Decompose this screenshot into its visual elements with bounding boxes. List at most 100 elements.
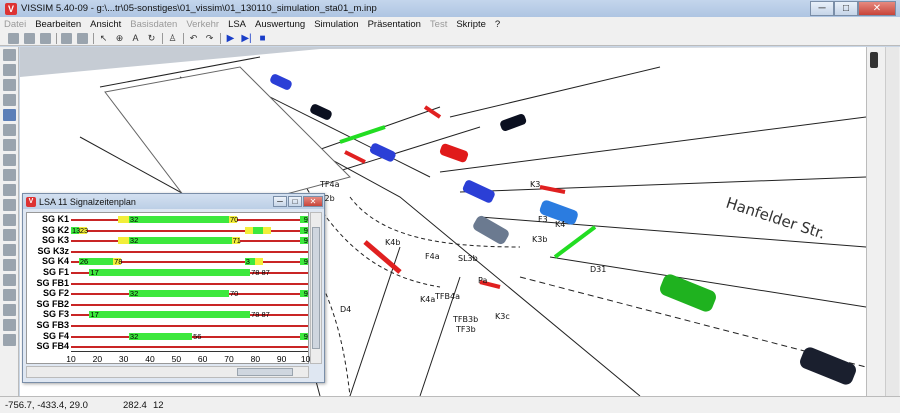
signal-time-label: 78 87 [251, 268, 270, 277]
signal-group-label: SG F2 [42, 288, 69, 299]
stop-signs-icon[interactable] [3, 214, 16, 226]
map-label: K4a [420, 295, 435, 304]
public-transport-icon[interactable] [3, 259, 16, 271]
status-value-1: 282.4 [123, 399, 147, 411]
signal-time-label: 70 [230, 215, 239, 224]
pan-icon[interactable] [3, 79, 16, 91]
signal-yellow-phase [244, 226, 253, 234]
map-label: K4b [385, 238, 400, 247]
menu-verkehr[interactable]: Verkehr [186, 19, 219, 30]
vehicle-inputs-icon[interactable] [3, 139, 16, 151]
new-file-icon[interactable] [8, 32, 19, 44]
play-icon[interactable]: ▶ [225, 33, 236, 44]
signal-time-label: 9 [303, 289, 308, 299]
parking-icon[interactable] [3, 274, 16, 286]
signal-window-controls: ─ □ ✕ [273, 196, 324, 207]
save-icon[interactable] [40, 32, 51, 44]
signal-time-label: 32 [129, 289, 139, 299]
time-axis-tick: 30 [118, 354, 129, 364]
menu-skripte[interactable]: Skripte [456, 19, 486, 30]
queue-counter-icon[interactable] [3, 319, 16, 331]
pedestrian-icon[interactable]: ♙ [167, 33, 178, 44]
signal-window-vertical-scrollbar[interactable] [310, 212, 322, 364]
maximize-button[interactable]: □ [834, 1, 858, 16]
map-label: K3b [532, 235, 547, 244]
step-forward-icon[interactable]: ▶| [241, 33, 252, 44]
map-label: K3c [495, 312, 510, 321]
menu-basisdaten[interactable]: Basisdaten [130, 19, 177, 30]
detectors-icon[interactable] [3, 244, 16, 256]
rotate-view-icon[interactable] [3, 94, 16, 106]
window-title: VISSIM 5.40-09 - g:\...tr\05-sonstiges\0… [21, 3, 377, 14]
menu-bearbeiten[interactable]: Bearbeiten [35, 19, 81, 30]
signal-group-label: SG K3 [41, 235, 69, 246]
canvas-vertical-scrollbar[interactable] [885, 47, 899, 396]
signal-window-close-button[interactable]: ✕ [303, 196, 323, 207]
minimize-button[interactable]: ─ [810, 1, 834, 16]
time-axis-tick: 90 [276, 354, 287, 364]
signal-heads-icon[interactable] [3, 229, 16, 241]
signal-group-label: SG F4 [42, 330, 69, 341]
links-mode-icon[interactable] [3, 109, 16, 121]
time-axis-tick: 80 [250, 354, 261, 364]
nodes-icon[interactable] [3, 289, 16, 301]
signal-time-label: 71 [232, 236, 241, 246]
map-label: F3 [538, 215, 548, 224]
zoom-all-icon[interactable] [3, 49, 16, 61]
status-bar: -756.7, -433.4, 29.0 282.4 12 [0, 396, 900, 413]
data-collection-icon[interactable] [3, 304, 16, 316]
signal-red-line [71, 303, 308, 306]
signal-group-label: SG FB1 [36, 277, 69, 288]
scrollbar-thumb[interactable] [312, 227, 320, 349]
stop-icon[interactable]: ■ [257, 33, 268, 44]
speed-decisions-icon[interactable] [3, 169, 16, 181]
map-label: D4 [340, 305, 351, 314]
signal-timing-window[interactable]: V LSA 11 Signalzeitenplan ─ □ ✕ SG K1 32 7… [22, 193, 325, 383]
map-label: D31 [590, 265, 606, 274]
text-tool-icon[interactable]: A [130, 33, 141, 44]
menu-auswertung[interactable]: Auswertung [255, 19, 305, 30]
select-pointer-icon[interactable]: ↖ [98, 33, 109, 44]
print-preview-icon[interactable] [61, 32, 72, 44]
vissim-app-icon: V [5, 2, 17, 15]
signal-green-phase [128, 332, 193, 340]
menu-ansicht[interactable]: Ansicht [90, 19, 121, 30]
routes-icon[interactable] [3, 154, 16, 166]
priority-rules-icon[interactable] [3, 199, 16, 211]
connectors-icon[interactable] [3, 124, 16, 136]
undo-icon[interactable]: ↶ [188, 33, 199, 44]
status-value-2: 12 [153, 399, 164, 411]
signal-time-label: 56 [193, 331, 202, 341]
signal-green-phase [128, 237, 232, 245]
close-button[interactable]: ✕ [858, 1, 896, 16]
signal-window-titlebar[interactable]: V LSA 11 Signalzeitenplan ─ □ ✕ [23, 194, 324, 209]
signal-time-label: 78 [114, 257, 123, 267]
signal-group-label: SG F3 [42, 309, 69, 320]
travel-times-icon[interactable] [3, 334, 16, 346]
menu-help[interactable]: ? [495, 19, 500, 30]
open-file-icon[interactable] [24, 32, 35, 44]
signal-group-label: SG FB4 [36, 341, 69, 352]
menu-praesentation[interactable]: Präsentation [368, 19, 421, 30]
scrollbar-thumb[interactable] [237, 368, 293, 376]
rotate-icon[interactable]: ↻ [146, 33, 157, 44]
zoom-tool-icon[interactable]: ⊕ [114, 33, 125, 44]
signal-timing-plan: SG K1 32 70 9 SG K2 13 23 9 SG K3 32 71 9 SG K3z SG K… [26, 212, 315, 364]
menu-lsa[interactable]: LSA [228, 19, 246, 30]
vissim-app-icon: V [26, 196, 36, 207]
menu-simulation[interactable]: Simulation [314, 19, 358, 30]
reduced-speed-icon[interactable] [3, 184, 16, 196]
map-label: Pa [478, 276, 487, 285]
signal-window-minimize-button[interactable]: ─ [273, 196, 287, 207]
print-icon[interactable] [77, 32, 88, 44]
signal-yellow-phase [263, 226, 272, 234]
redo-icon[interactable]: ↷ [204, 33, 215, 44]
time-axis-tick: 50 [171, 354, 182, 364]
time-axis-tick: 60 [197, 354, 208, 364]
zoom-in-icon[interactable] [3, 64, 16, 76]
signal-window-maximize-button[interactable]: □ [288, 196, 302, 207]
signal-window-horizontal-scrollbar[interactable] [26, 366, 309, 378]
menu-test[interactable]: Test [430, 19, 447, 30]
signal-time-label: 23 [79, 225, 89, 235]
menu-datei[interactable]: Datei [4, 19, 26, 30]
